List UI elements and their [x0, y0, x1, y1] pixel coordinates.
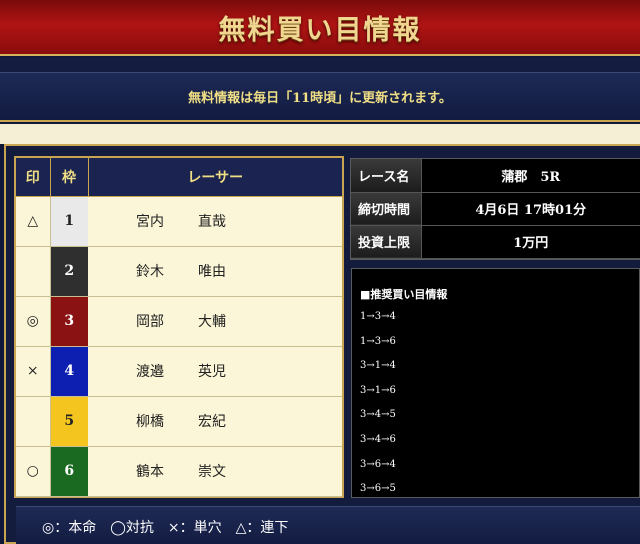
header-banner: 無料買い目情報 [0, 0, 640, 56]
recommendations-list: 1→3→4 1→3→6 3→1→4 3→1→6 3→4→5 3→4→6 3→6→… [360, 311, 396, 497]
racer-first-name: 宏紀 [198, 414, 226, 430]
legend-bar: ◎：本命 ◯対抗 ×：単穴 △：連下 [16, 506, 640, 544]
row-racer-name: 宮内 直哉 [88, 196, 342, 247]
racer-last-name: 岡部 [136, 314, 164, 330]
list-item: 1→3→6 [360, 335, 396, 347]
row-mark [16, 396, 51, 447]
race-info-table: レース名 蒲郡 5R 締切時間 4月6日 17時01分 投資上限 1万円 [351, 159, 640, 259]
race-name-value: 蒲郡 5R [421, 159, 640, 193]
table-row: × 4 渡邉 英児 [16, 346, 342, 397]
row-waku: 4 [50, 346, 88, 397]
racer-last-name: 鶴本 [136, 464, 164, 480]
row-racer-name: 岡部 大輔 [88, 296, 342, 347]
page-title: 無料買い目情報 [218, 14, 422, 46]
header-racer: レーサー [88, 158, 342, 197]
recommendations-title: ■推奨買い目情報 [360, 288, 448, 301]
deadline-value: 4月6日 17時01分 [421, 192, 640, 226]
list-item: 3→6→4 [360, 458, 396, 470]
header-mark: 印 [16, 158, 51, 197]
row-mark: ○ [16, 446, 51, 497]
racer-last-name: 宮内 [136, 214, 164, 230]
notice-bar: 無料情報は毎日「11時頃」に更新されます。 [0, 72, 640, 122]
row-mark: ◎ [16, 296, 51, 347]
limit-row: 投資上限 1万円 [351, 225, 640, 259]
table-row: 2 鈴木 唯由 [16, 246, 342, 297]
row-waku: 3 [50, 296, 88, 347]
racer-first-name: 英児 [198, 364, 226, 380]
row-mark: △ [16, 196, 51, 247]
table-row: 5 柳橋 宏紀 [16, 396, 342, 447]
divider-strip-cream [0, 124, 640, 144]
deadline-label: 締切時間 [351, 192, 422, 226]
header-waku: 枠 [50, 158, 89, 197]
racer-last-name: 柳橋 [136, 414, 164, 430]
limit-label: 投資上限 [351, 225, 422, 259]
row-mark: × [16, 346, 51, 397]
racers-table: 印 枠 レーサー △ 1 宮内 直哉 2 鈴木 唯由 ◎ 3 岡部 大輔 × 4 渡邉… [16, 158, 342, 497]
legend-text: ◎：本命 ◯対抗 ×：単穴 △：連下 [42, 520, 289, 536]
table-row: ◎ 3 岡部 大輔 [16, 296, 342, 347]
row-waku: 5 [50, 396, 88, 447]
deadline-row: 締切時間 4月6日 17時01分 [351, 192, 640, 226]
row-racer-name: 鶴本 崇文 [88, 446, 342, 497]
list-item: 3→4→5 [360, 409, 396, 421]
race-name-label: レース名 [351, 159, 422, 193]
row-racer-name: 鈴木 唯由 [88, 246, 342, 297]
race-name-row: レース名 蒲郡 5R [351, 159, 640, 193]
racer-first-name: 崇文 [198, 464, 226, 480]
list-item: 3→4→6 [360, 433, 396, 445]
row-racer-name: 柳橋 宏紀 [88, 396, 342, 447]
list-item: 3→1→6 [360, 384, 396, 396]
notice-text: 無料情報は毎日「11時頃」に更新されます。 [188, 91, 452, 106]
table-row: △ 1 宮内 直哉 [16, 196, 342, 247]
row-waku: 2 [50, 246, 88, 297]
racer-first-name: 直哉 [198, 214, 226, 230]
racers-table-header: 印 枠 レーサー [16, 158, 342, 197]
limit-value: 1万円 [421, 225, 640, 259]
racer-first-name: 唯由 [198, 264, 226, 280]
recommendations-panel[interactable]: ■推奨買い目情報 1→3→4 1→3→6 3→1→4 3→1→6 3→4→5 3… [351, 268, 640, 498]
divider-strip [0, 58, 640, 72]
row-waku: 6 [50, 446, 88, 497]
list-item: 1→3→4 [360, 311, 396, 322]
racer-first-name: 大輔 [198, 314, 226, 330]
row-racer-name: 渡邉 英児 [88, 346, 342, 397]
table-row: ○ 6 鶴本 崇文 [16, 446, 342, 497]
list-item: 3→6→5 [360, 483, 396, 495]
list-item: 3→1→4 [360, 360, 396, 372]
row-waku: 1 [50, 196, 88, 247]
racer-last-name: 渡邉 [136, 364, 164, 380]
row-mark [16, 246, 51, 297]
racer-last-name: 鈴木 [136, 264, 164, 280]
